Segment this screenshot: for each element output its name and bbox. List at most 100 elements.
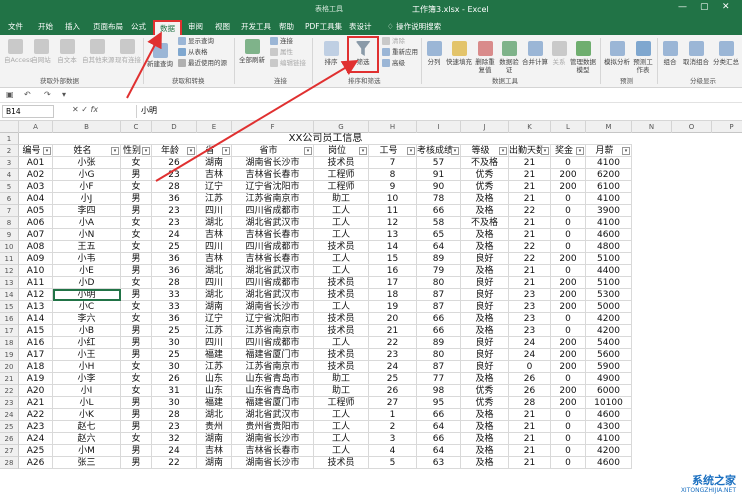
table-cell[interactable]: 技术员 <box>314 241 369 253</box>
table-cell[interactable]: 小王 <box>53 349 121 361</box>
table-cell[interactable]: 工人 <box>314 301 369 313</box>
save-icon[interactable]: ▣ <box>6 90 14 99</box>
table-cell[interactable]: 工人 <box>314 445 369 457</box>
table-cell[interactable]: 工人 <box>314 433 369 445</box>
table-cell[interactable]: 工人 <box>314 337 369 349</box>
table-cell[interactable]: 辽宁省沈阳市 <box>232 181 314 193</box>
table-cell[interactable]: 及格 <box>461 457 509 469</box>
table-cell[interactable]: 32 <box>152 433 197 445</box>
table-cell[interactable]: A13 <box>19 301 53 313</box>
table-cell[interactable]: 4300 <box>586 421 632 433</box>
table-cell[interactable]: 良好 <box>461 349 509 361</box>
table-cell[interactable]: 良好 <box>461 337 509 349</box>
table-cell[interactable]: 工程师 <box>314 181 369 193</box>
table-cell[interactable]: 小张 <box>53 157 121 169</box>
table-cell[interactable]: 及格 <box>461 193 509 205</box>
table-cell[interactable]: 12 <box>369 217 417 229</box>
column-header-n[interactable]: N <box>632 121 672 133</box>
table-cell[interactable]: 赵六 <box>53 433 121 445</box>
table-cell[interactable]: 90 <box>417 181 461 193</box>
table-cell[interactable]: 辽宁省沈阳市 <box>232 313 314 325</box>
table-cell[interactable]: 64 <box>417 421 461 433</box>
table-cell[interactable]: 0 <box>551 457 586 469</box>
table-cell[interactable]: 小N <box>53 229 121 241</box>
show-queries-button[interactable]: 显示查询 <box>178 37 214 45</box>
row-header[interactable]: 2 <box>0 145 19 157</box>
row-header[interactable]: 9 <box>0 229 19 241</box>
table-cell[interactable]: 23 <box>509 289 551 301</box>
table-cell[interactable]: 91 <box>417 169 461 181</box>
table-cell[interactable]: 男 <box>121 325 152 337</box>
table-cell[interactable]: 9 <box>369 181 417 193</box>
table-cell[interactable]: 26 <box>509 373 551 385</box>
table-cell[interactable]: 女 <box>121 301 152 313</box>
row-header[interactable]: 6 <box>0 193 19 205</box>
table-cell[interactable]: A01 <box>19 157 53 169</box>
tab-home[interactable]: 开始 <box>33 20 58 35</box>
column-header-m[interactable]: M <box>586 121 632 133</box>
table-cell[interactable]: 22 <box>509 253 551 265</box>
row-header[interactable]: 10 <box>0 241 19 253</box>
table-cell[interactable]: 0 <box>551 409 586 421</box>
table-cell[interactable]: 吉林 <box>197 445 232 457</box>
table-cell[interactable]: 四川 <box>197 205 232 217</box>
table-cell[interactable]: 200 <box>551 289 586 301</box>
table-cell[interactable]: 14 <box>369 241 417 253</box>
table-cell[interactable]: 22 <box>369 337 417 349</box>
table-cell[interactable]: 小M <box>53 445 121 457</box>
table-cell[interactable]: 200 <box>551 385 586 397</box>
table-cell[interactable]: 小H <box>53 361 121 373</box>
row-header[interactable]: 16 <box>0 313 19 325</box>
table-cell[interactable]: 小G <box>53 169 121 181</box>
table-cell[interactable]: 王五 <box>53 241 121 253</box>
table-cell[interactable]: 23 <box>152 169 197 181</box>
table-cell[interactable]: 5 <box>369 457 417 469</box>
table-cell[interactable]: 女 <box>121 157 152 169</box>
row-header[interactable]: 18 <box>0 337 19 349</box>
table-cell[interactable]: A10 <box>19 265 53 277</box>
manage-data-model-button[interactable]: 管理数据模型 <box>570 41 596 74</box>
table-cell[interactable]: 21 <box>509 265 551 277</box>
column-header-j[interactable]: J <box>461 121 509 133</box>
table-cell[interactable]: 贵州 <box>197 421 232 433</box>
table-cell[interactable]: 26 <box>152 373 197 385</box>
table-cell[interactable]: 小I <box>53 385 121 397</box>
row-header[interactable]: 5 <box>0 181 19 193</box>
table-cell[interactable]: 200 <box>551 349 586 361</box>
table-cell[interactable]: 湖北省武汉市 <box>232 289 314 301</box>
table-cell[interactable]: 良好 <box>461 289 509 301</box>
table-cell[interactable]: 吉林省长春市 <box>232 445 314 457</box>
table-cell[interactable]: A25 <box>19 445 53 457</box>
group-button[interactable]: 组合 <box>660 41 680 66</box>
table-cell[interactable]: 22 <box>152 457 197 469</box>
table-cell[interactable]: A19 <box>19 373 53 385</box>
table-cell[interactable]: 66 <box>417 409 461 421</box>
table-cell[interactable]: 及格 <box>461 445 509 457</box>
table-cell[interactable]: A06 <box>19 217 53 229</box>
table-cell[interactable]: 优秀 <box>461 169 509 181</box>
header-cell[interactable]: 岗位 ▾ <box>314 145 369 157</box>
table-cell[interactable]: 四川 <box>197 241 232 253</box>
table-cell[interactable]: 6100 <box>586 181 632 193</box>
filter-dropdown-icon[interactable]: ▾ <box>304 147 312 155</box>
table-cell[interactable]: 66 <box>417 205 461 217</box>
table-cell[interactable]: 湖南 <box>197 157 232 169</box>
table-cell[interactable]: 6200 <box>586 169 632 181</box>
table-cell[interactable]: 吉林 <box>197 229 232 241</box>
column-header-f[interactable]: F <box>232 121 314 133</box>
table-cell[interactable]: 湖南 <box>197 457 232 469</box>
table-cell[interactable]: 11 <box>369 205 417 217</box>
table-cell[interactable]: 不及格 <box>461 157 509 169</box>
table-cell[interactable]: 小B <box>53 325 121 337</box>
table-cell[interactable]: 15 <box>369 253 417 265</box>
table-cell[interactable]: 男 <box>121 337 152 349</box>
table-cell[interactable]: 男 <box>121 457 152 469</box>
table-cell[interactable]: 4200 <box>586 445 632 457</box>
tab-review[interactable]: 审阅 <box>183 20 208 35</box>
table-cell[interactable]: 山东省青岛市 <box>232 373 314 385</box>
table-cell[interactable]: 89 <box>417 337 461 349</box>
relationships-button[interactable]: 关系 <box>550 41 568 66</box>
table-cell[interactable]: 2 <box>369 421 417 433</box>
table-cell[interactable]: 4600 <box>586 457 632 469</box>
filter-dropdown-icon[interactable]: ▾ <box>576 147 584 155</box>
